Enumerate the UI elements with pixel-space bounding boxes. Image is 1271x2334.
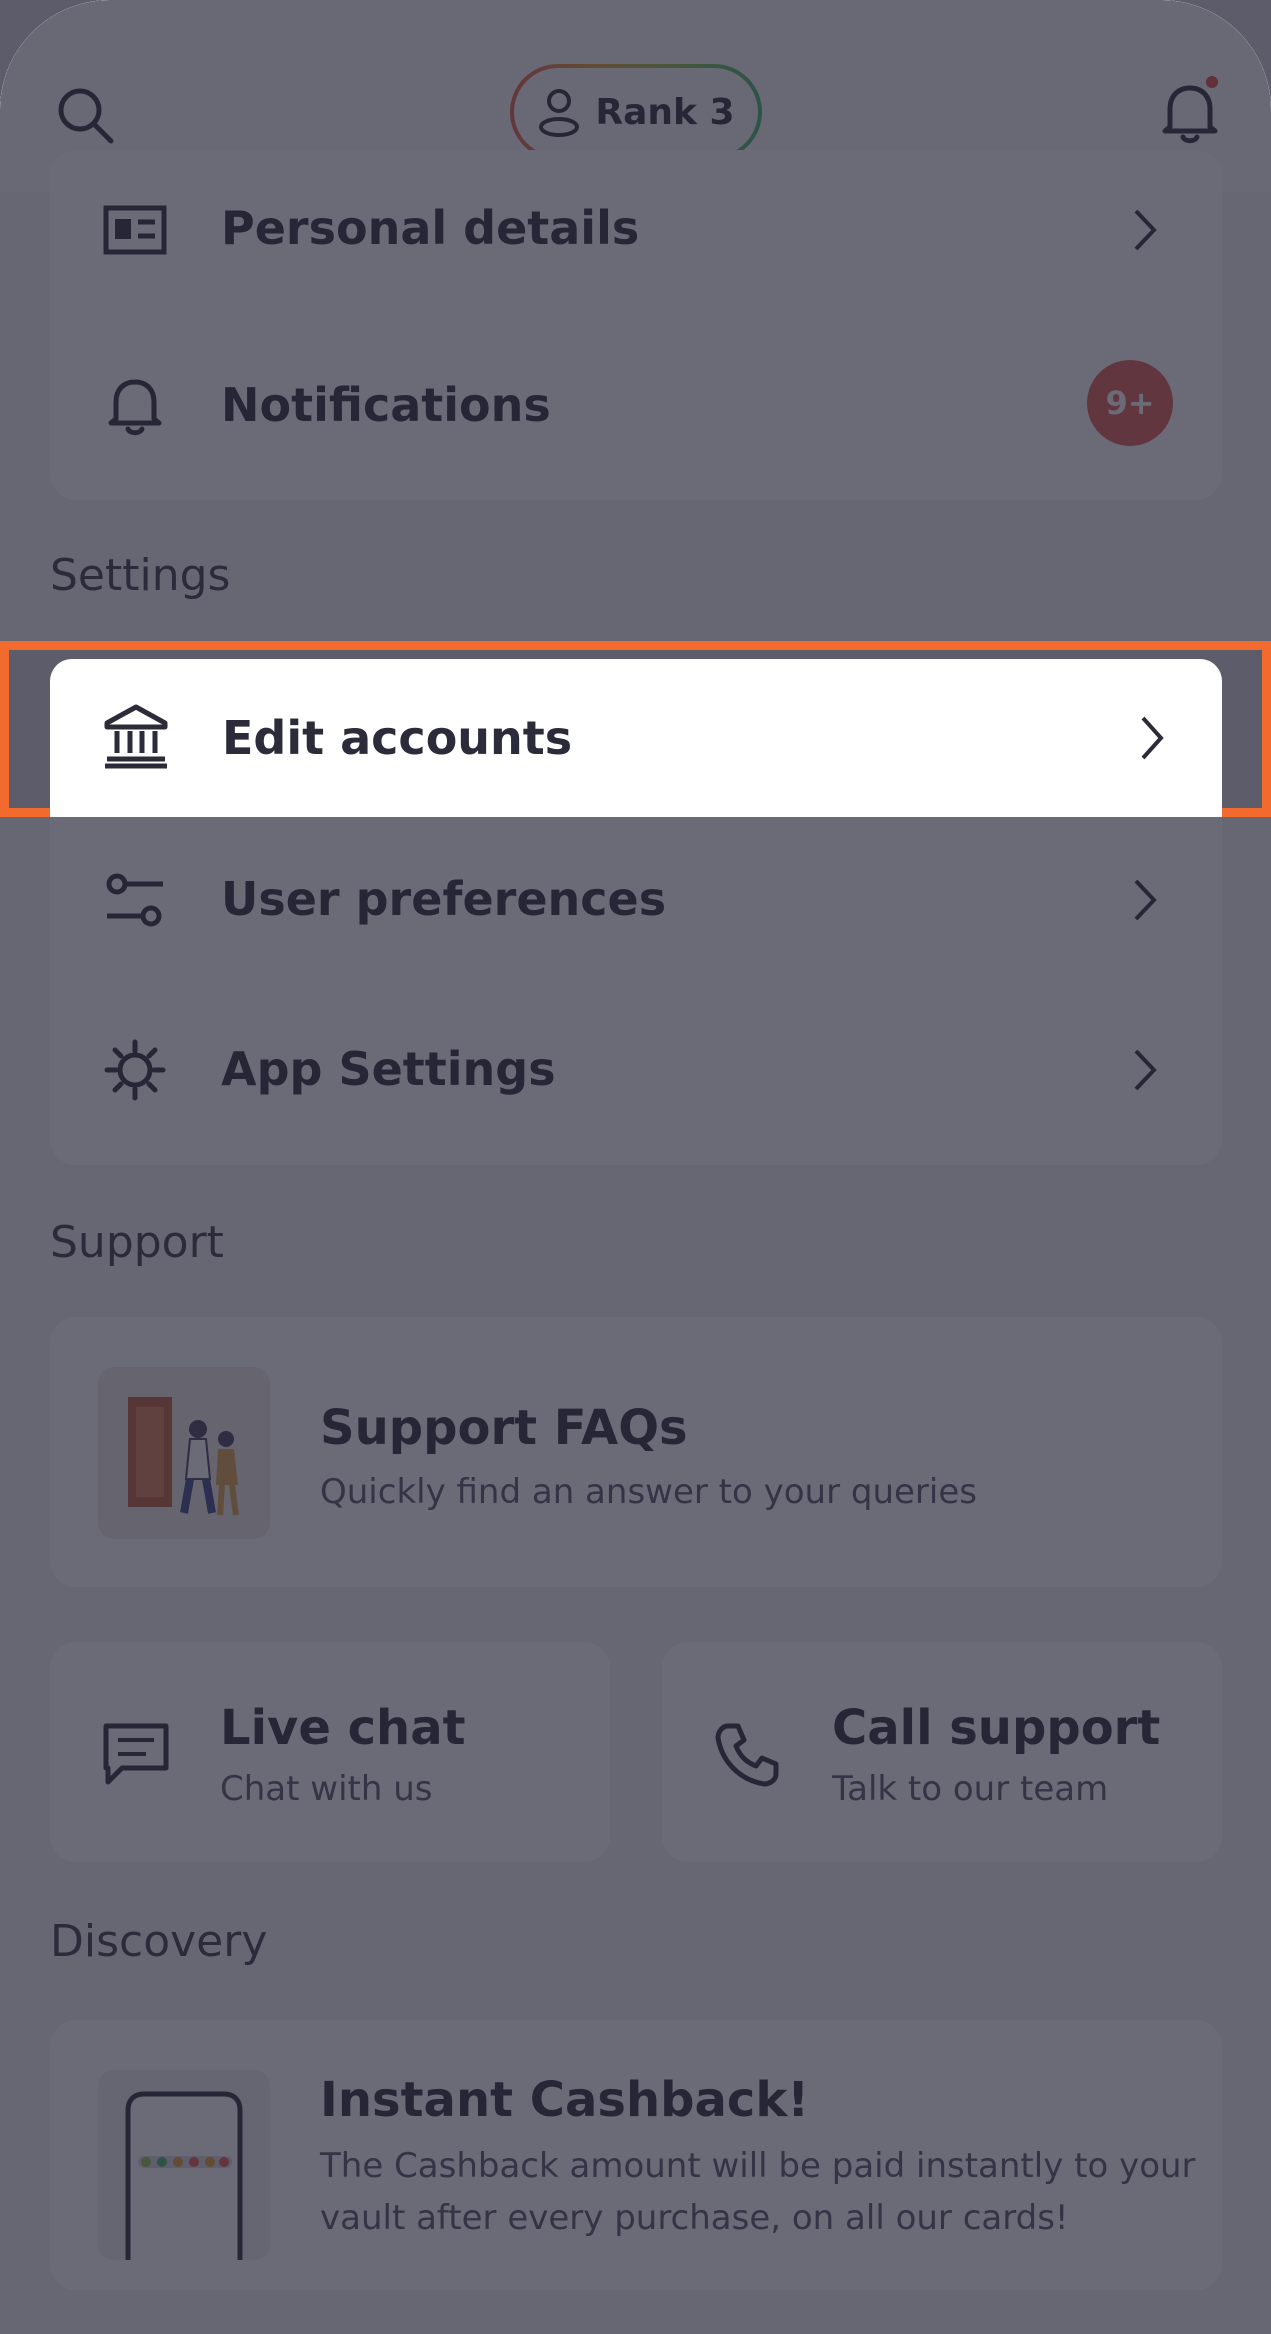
promo-title: Instant Cashback! bbox=[320, 2072, 810, 2128]
app-settings-row[interactable]: App Settings bbox=[50, 990, 1222, 1150]
live-chat-subtitle: Chat with us bbox=[220, 1769, 433, 1809]
notifications-row[interactable]: Notifications 9+ bbox=[50, 320, 1222, 490]
account-card: Personal details Notifications 9+ bbox=[50, 150, 1222, 500]
promo-body: The Cashback amount will be paid instant… bbox=[320, 2146, 1196, 2238]
support-faqs-card[interactable]: Support FAQs Quickly find an answer to y… bbox=[50, 1317, 1222, 1587]
personal-details-row[interactable]: Personal details bbox=[50, 150, 1222, 310]
rank-label: Rank 3 bbox=[595, 91, 735, 133]
gear-icon bbox=[102, 1037, 168, 1103]
chevron-right-icon bbox=[1125, 200, 1165, 260]
phone-icon bbox=[715, 1723, 779, 1787]
user-preferences-label: User preferences bbox=[221, 872, 667, 926]
bell-icon bbox=[102, 372, 168, 438]
user-preferences-row[interactable]: User preferences bbox=[50, 820, 1222, 980]
support-faqs-title: Support FAQs bbox=[320, 1400, 688, 1456]
support-faq-illustration bbox=[98, 1367, 270, 1539]
search-button[interactable] bbox=[46, 76, 126, 156]
settings-section-title: Settings bbox=[50, 550, 231, 601]
sliders-icon bbox=[102, 867, 168, 933]
chat-icon bbox=[103, 1723, 169, 1785]
edit-accounts-button[interactable]: Edit accounts bbox=[50, 659, 1222, 817]
edit-accounts-label: Edit accounts bbox=[222, 711, 573, 765]
profile-screen: Rank 3 Personal details Notifications 9+… bbox=[0, 0, 1271, 2334]
chevron-right-icon bbox=[1125, 1040, 1165, 1100]
personal-details-label: Personal details bbox=[221, 201, 640, 255]
chevron-right-icon bbox=[1140, 715, 1164, 765]
bell-icon bbox=[1162, 85, 1218, 144]
user-icon bbox=[539, 89, 580, 137]
chevron-right-icon bbox=[1125, 870, 1165, 930]
bank-icon bbox=[103, 703, 169, 769]
edit-accounts-highlight: Edit accounts bbox=[0, 641, 1271, 817]
app-settings-label: App Settings bbox=[221, 1042, 556, 1096]
cashback-illustration bbox=[98, 2070, 270, 2260]
search-icon bbox=[58, 88, 114, 144]
support-section-title: Support bbox=[50, 1217, 224, 1268]
live-chat-title: Live chat bbox=[220, 1700, 466, 1756]
call-support-title: Call support bbox=[832, 1700, 1161, 1756]
rank-badge-button[interactable]: Rank 3 bbox=[510, 64, 762, 160]
live-chat-card[interactable]: Live chat Chat with us bbox=[50, 1642, 610, 1862]
call-support-subtitle: Talk to our team bbox=[832, 1769, 1109, 1809]
notifications-label: Notifications bbox=[221, 378, 551, 432]
instant-cashback-card[interactable]: Instant Cashback! The Cashback amount wi… bbox=[50, 2020, 1222, 2290]
id-card-icon bbox=[102, 197, 168, 263]
notification-dot bbox=[1206, 76, 1218, 88]
notifications-button[interactable] bbox=[1150, 72, 1230, 152]
discovery-section-title: Discovery bbox=[50, 1916, 268, 1967]
call-support-card[interactable]: Call support Talk to our team bbox=[662, 1642, 1222, 1862]
notification-count-badge: 9+ bbox=[1087, 360, 1173, 446]
support-faqs-subtitle: Quickly find an answer to your queries bbox=[320, 1472, 977, 1512]
